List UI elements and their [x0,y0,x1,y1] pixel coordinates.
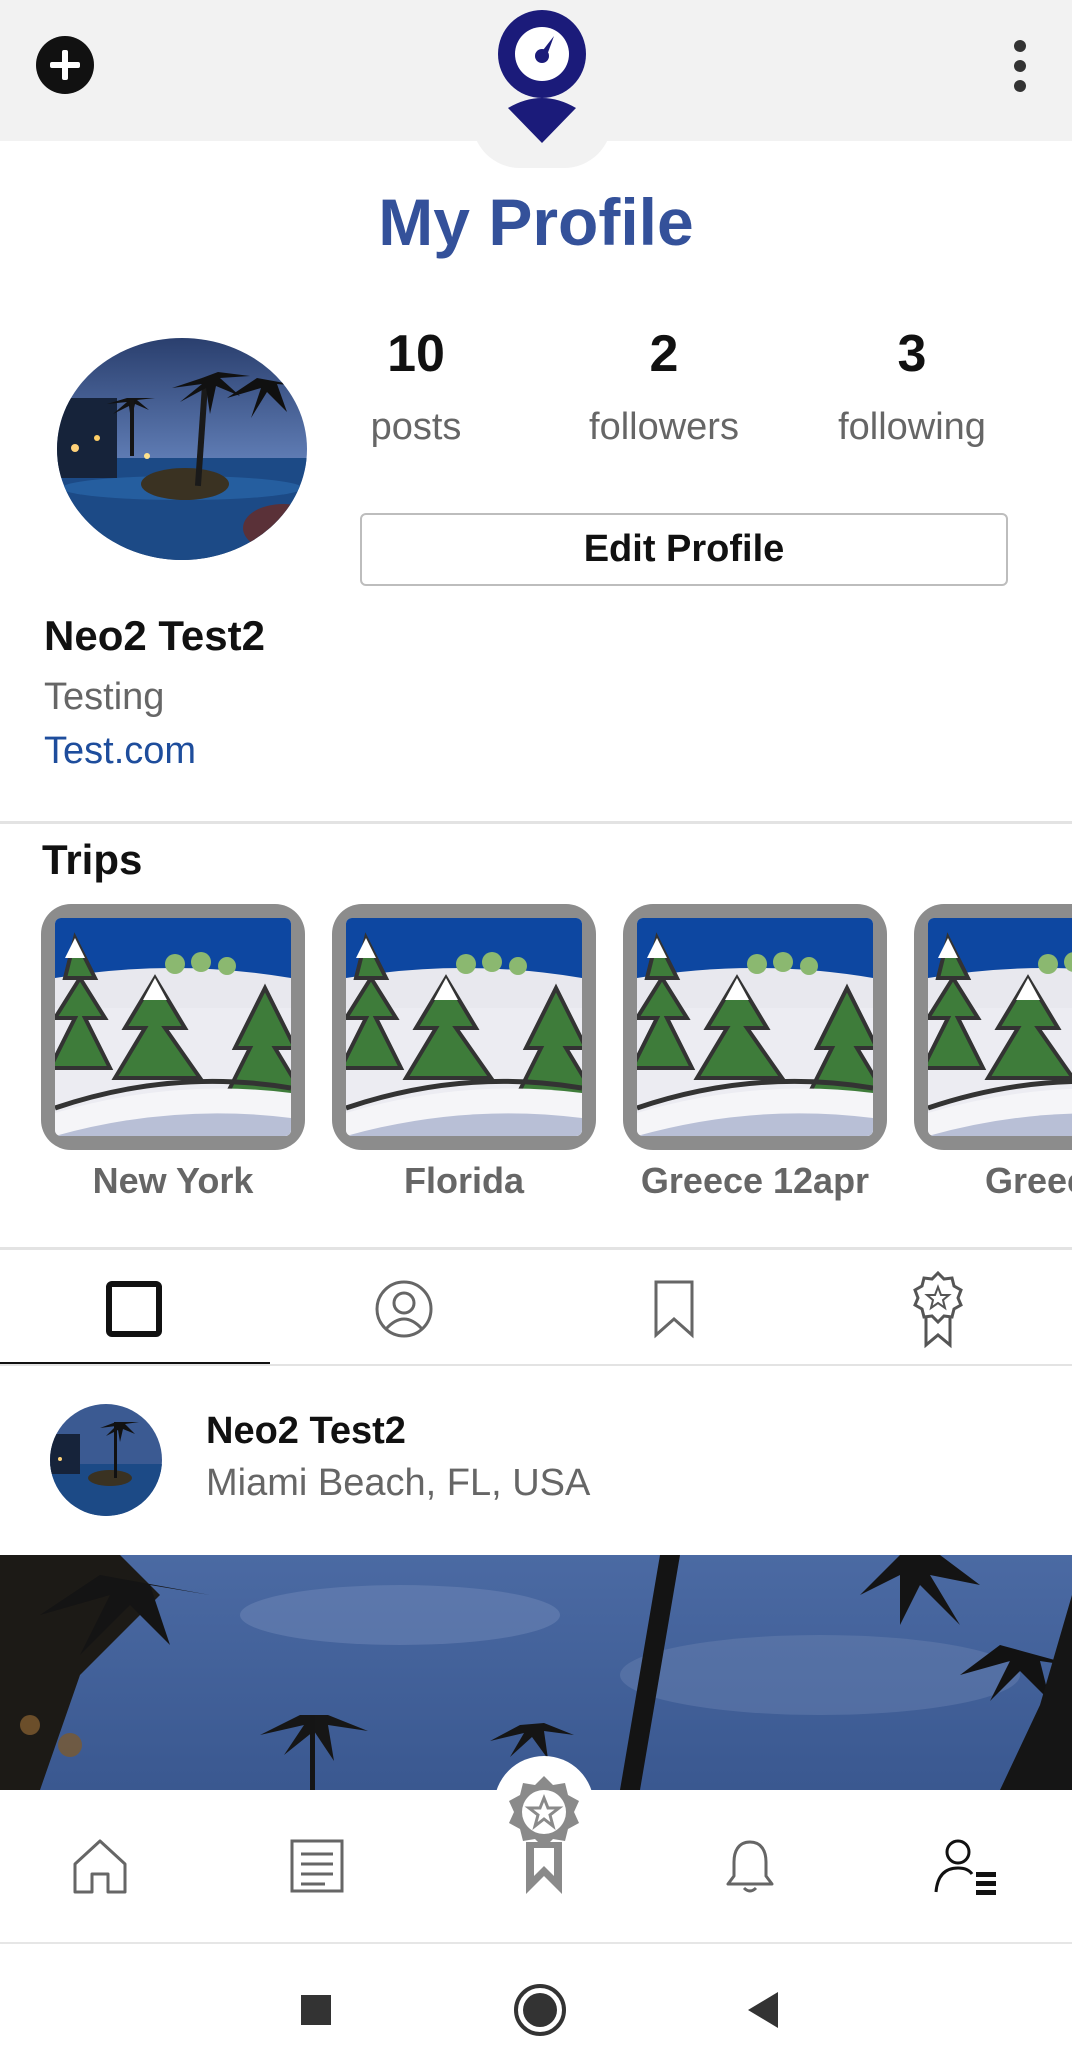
following-label: following [838,406,986,448]
user-circle-icon [375,1280,433,1338]
tab-awards[interactable] [804,1253,1072,1365]
trip-card-clip: Greece [914,904,1072,1204]
palm-trees-photo [0,1555,1072,1790]
following-count: 3 [897,325,927,383]
bookmark-icon [654,1280,694,1339]
trip-card[interactable]: New York [41,904,305,1202]
tab-tagged[interactable] [270,1253,538,1365]
snowy-trees-icon [55,918,291,1136]
more-options-button[interactable] [1000,38,1040,94]
nav-notifications[interactable] [690,1790,810,1942]
profile-tabs [0,1253,1072,1365]
trip-thumbnail [332,904,596,1150]
nav-feed[interactable] [257,1790,377,1942]
trip-thumbnail [41,904,305,1150]
add-post-button[interactable] [36,36,94,94]
trips-heading: Trips [42,836,143,883]
trip-label: Greece 12apr [640,1160,870,1201]
back-triangle-icon [748,1992,778,2028]
trip-label: Greece [984,1160,1072,1201]
vertical-dots-icon [1014,40,1026,92]
post-location[interactable]: Miami Beach, FL, USA [206,1462,590,1505]
post-image[interactable] [0,1555,1072,1790]
app-logo [496,8,588,144]
grid-square-icon [106,1281,162,1337]
tab-posts[interactable] [0,1253,268,1365]
trip-label: Florida [403,1160,524,1201]
profile-menu-icon [934,1839,996,1895]
posts-count: 10 [387,325,445,383]
profile-bio: Testing [44,676,165,718]
trip-thumbnail [914,904,1072,1150]
tab-saved[interactable] [540,1253,808,1365]
square-icon [301,1995,331,2025]
edit-profile-button[interactable]: Edit Profile [360,513,1008,586]
profile-name: Neo2 Test2 [44,612,265,659]
nav-awards[interactable] [498,1772,590,1898]
home-button[interactable] [508,1978,572,2042]
bell-icon [726,1840,774,1893]
profile-avatar[interactable] [57,338,307,560]
followers-count: 2 [649,325,679,383]
trip-card[interactable]: Greece 12apr [623,904,887,1202]
circle-home-icon [514,1984,566,2036]
section-divider [0,821,1072,824]
snowy-trees-icon [928,918,1072,1136]
posts-label: posts [370,406,462,448]
followers-label: followers [589,406,739,448]
trip-label: New York [92,1160,254,1201]
system-navigation-bar [0,1942,1072,2071]
profile-website-link[interactable]: Test.com [44,730,196,773]
avatar-photo [57,338,307,560]
trip-thumbnail [623,904,887,1150]
home-icon [73,1839,127,1894]
trip-card[interactable]: Greece [914,904,1072,1202]
nav-profile[interactable] [906,1790,1026,1942]
award-ribbon-icon [913,1270,963,1349]
recent-apps-button[interactable] [284,1978,348,2042]
page-title: My Profile [378,185,694,259]
stat-following[interactable]: 3 following [802,324,1022,449]
compass-pin-logo [498,10,586,143]
stat-posts[interactable]: 10 posts [306,324,526,449]
tabs-divider [0,1364,1072,1366]
feed-list-icon [290,1839,344,1893]
snowy-trees-icon [637,918,873,1136]
plus-circle-icon [36,36,94,94]
post-author-avatar[interactable] [50,1404,162,1516]
back-button[interactable] [732,1978,796,2042]
avatar-photo [50,1404,162,1516]
section-divider [0,1247,1072,1250]
snowy-trees-icon [346,918,582,1136]
award-badge-icon [509,1776,579,1894]
trip-card[interactable]: Florida [332,904,596,1202]
post-author-name[interactable]: Neo2 Test2 [206,1410,406,1453]
nav-home[interactable] [40,1790,160,1942]
stat-followers[interactable]: 2 followers [554,324,774,449]
